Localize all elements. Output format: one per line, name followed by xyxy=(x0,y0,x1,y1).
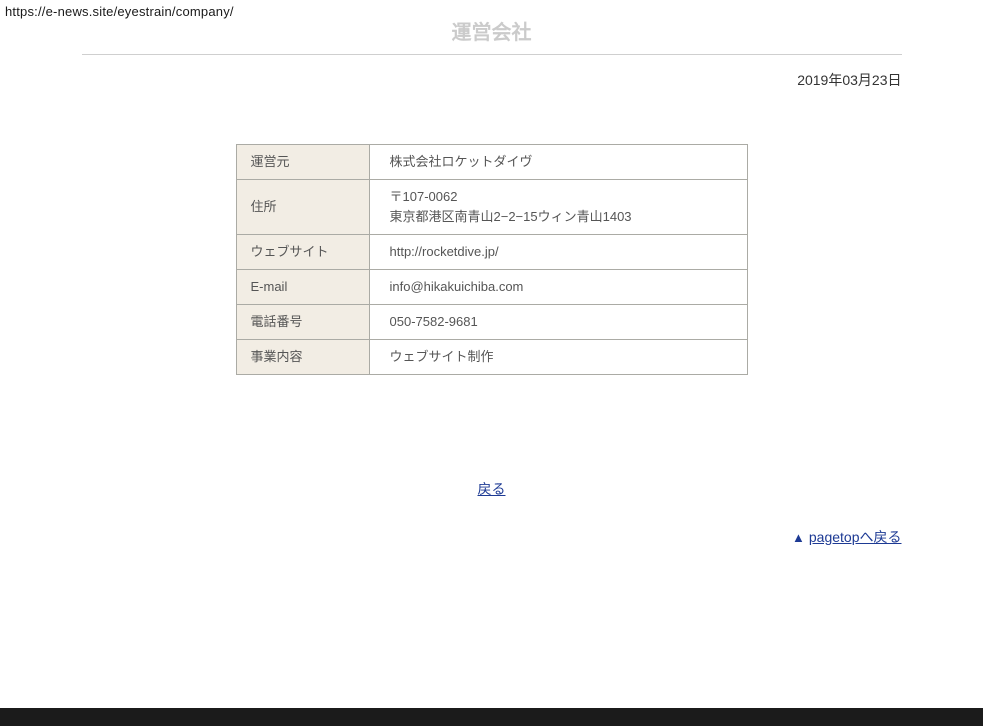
table-row: 事業内容 ウェブサイト制作 xyxy=(236,340,747,375)
row-label-website: ウェブサイト xyxy=(236,235,369,270)
company-page: https://e-news.site/eyestrain/company/ 運… xyxy=(0,0,983,726)
table-row: 電話番号 050-7582-9681 xyxy=(236,305,747,340)
company-info-table: 運営元 株式会社ロケットダイヴ 住所 〒107-0062 東京都港区南青山2−2… xyxy=(236,144,748,375)
table-row: 住所 〒107-0062 東京都港区南青山2−2−15ウィン青山1403 xyxy=(236,180,747,235)
row-value-operator: 株式会社ロケットダイヴ xyxy=(369,145,747,180)
table-row: ウェブサイト http://rocketdive.jp/ xyxy=(236,235,747,270)
row-label-email: E-mail xyxy=(236,270,369,305)
row-label-operator: 運営元 xyxy=(236,145,369,180)
row-value-business: ウェブサイト制作 xyxy=(369,340,747,375)
pagetop-link-label: pagetopへ戻る xyxy=(809,529,902,545)
triangle-up-icon: ▲ xyxy=(792,530,805,545)
row-value-website: http://rocketdive.jp/ xyxy=(369,235,747,270)
row-value-email: info@hikakuichiba.com xyxy=(369,270,747,305)
footer-bar xyxy=(0,708,983,726)
table-row: 運営元 株式会社ロケットダイヴ xyxy=(236,145,747,180)
row-value-address: 〒107-0062 東京都港区南青山2−2−15ウィン青山1403 xyxy=(369,180,747,235)
back-link[interactable]: 戻る xyxy=(478,481,506,497)
pagetop-container: ▲ pagetopへ戻る xyxy=(82,527,902,547)
main-content: 運営会社 2019年03月23日 運営元 株式会社ロケットダイヴ 住所 〒107… xyxy=(82,22,902,547)
row-label-phone: 電話番号 xyxy=(236,305,369,340)
row-label-address: 住所 xyxy=(236,180,369,235)
row-label-business: 事業内容 xyxy=(236,340,369,375)
row-value-phone: 050-7582-9681 xyxy=(369,305,747,340)
page-url-text: https://e-news.site/eyestrain/company/ xyxy=(5,4,234,19)
back-link-container: 戻る xyxy=(82,479,902,499)
pagetop-link[interactable]: ▲ pagetopへ戻る xyxy=(792,529,901,545)
date-text: 2019年03月23日 xyxy=(82,70,902,90)
table-row: E-mail info@hikakuichiba.com xyxy=(236,270,747,305)
page-title: 運営会社 xyxy=(82,22,902,55)
